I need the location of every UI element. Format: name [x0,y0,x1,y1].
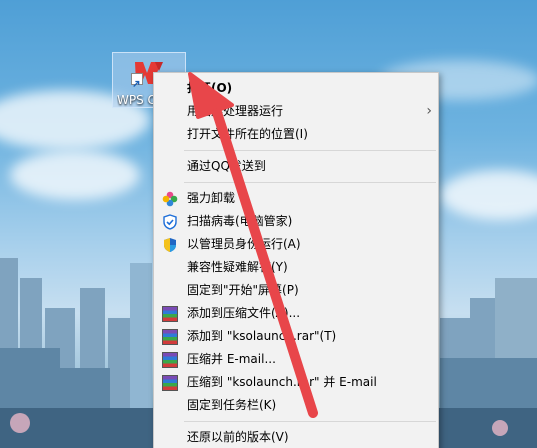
cloud [10,150,140,200]
menu-item-run-as-admin[interactable]: 以管理员身份运行(A) [154,233,438,256]
uac-shield-icon [164,238,176,252]
menu-separator [184,182,436,183]
shortcut-arrow-icon [131,73,143,87]
context-menu: 打开(O) 用图形处理器运行 › 打开文件所在的位置(I) 通过QQ发送到 强力… [153,72,439,448]
menu-item-compress-to-rar-and-email[interactable]: 压缩到 "ksolaunch.rar" 并 E-mail [154,371,438,394]
menu-item-compress-and-email[interactable]: 压缩并 E-mail... [154,348,438,371]
menu-item-virus-scan[interactable]: 扫描病毒(电脑管家) [154,210,438,233]
winrar-icon [162,306,178,322]
menu-item-run-with-gpu[interactable]: 用图形处理器运行 › [154,100,438,123]
winrar-icon [162,375,178,391]
winrar-icon [162,352,178,368]
menu-item-add-to-ksolaunch-rar[interactable]: 添加到 "ksolaunch.rar"(T) [154,325,438,348]
chevron-right-icon: › [426,103,432,119]
menu-item-pin-to-taskbar[interactable]: 固定到任务栏(K) [154,394,438,417]
menu-item-pin-to-start[interactable]: 固定到"开始"屏幕(P) [154,279,438,302]
menu-item-compatibility-troubleshoot[interactable]: 兼容性疑难解答(Y) [154,256,438,279]
winrar-icon [162,329,178,345]
menu-item-send-via-qq[interactable]: 通过QQ发送到 [154,155,438,178]
menu-item-open-file-location[interactable]: 打开文件所在的位置(I) [154,123,438,146]
menu-item-force-uninstall[interactable]: 强力卸载 [154,187,438,210]
menu-item-add-to-archive[interactable]: 添加到压缩文件(A)... [154,302,438,325]
clover-icon [162,191,178,207]
shield-check-icon [163,214,177,230]
cloud [440,170,537,220]
menu-separator [184,421,436,422]
menu-item-open[interactable]: 打开(O) [154,77,438,100]
menu-item-restore-previous-versions[interactable]: 还原以前的版本(V) [154,426,438,448]
menu-separator [184,150,436,151]
